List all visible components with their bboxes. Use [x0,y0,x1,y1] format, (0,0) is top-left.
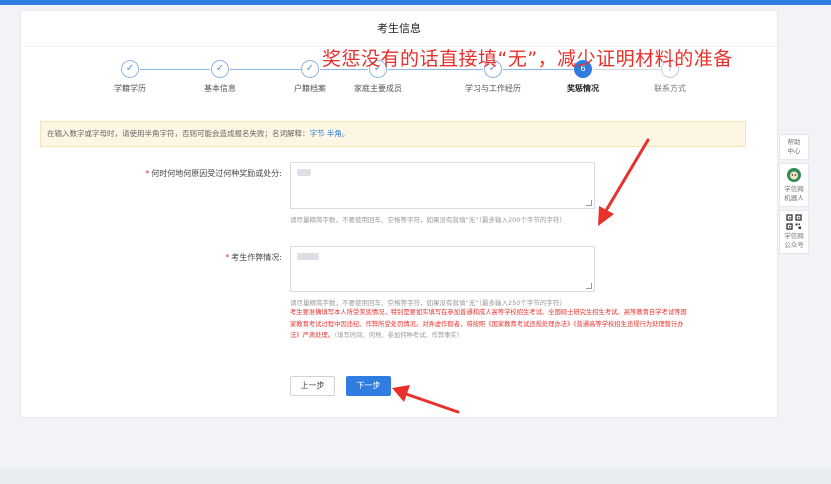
arrow-line [404,392,460,414]
help-center-button[interactable]: 帮助中心 [779,134,809,160]
qr-code-icon [786,214,802,230]
page-footer-band [0,468,831,484]
help-center-label: 帮助中心 [787,138,801,155]
robot-icon [787,168,801,182]
right-sidebar: 帮助中心 学信网机器人 学信网公众号 [779,134,809,257]
wechat-button[interactable]: 学信网公众号 [779,210,809,254]
chatbot-button[interactable]: 学信网机器人 [779,163,809,207]
arrow-line [602,138,650,216]
chatbot-label: 学信网机器人 [784,185,804,202]
wechat-label: 学信网公众号 [784,232,804,249]
annotation-arrows [392,138,650,414]
